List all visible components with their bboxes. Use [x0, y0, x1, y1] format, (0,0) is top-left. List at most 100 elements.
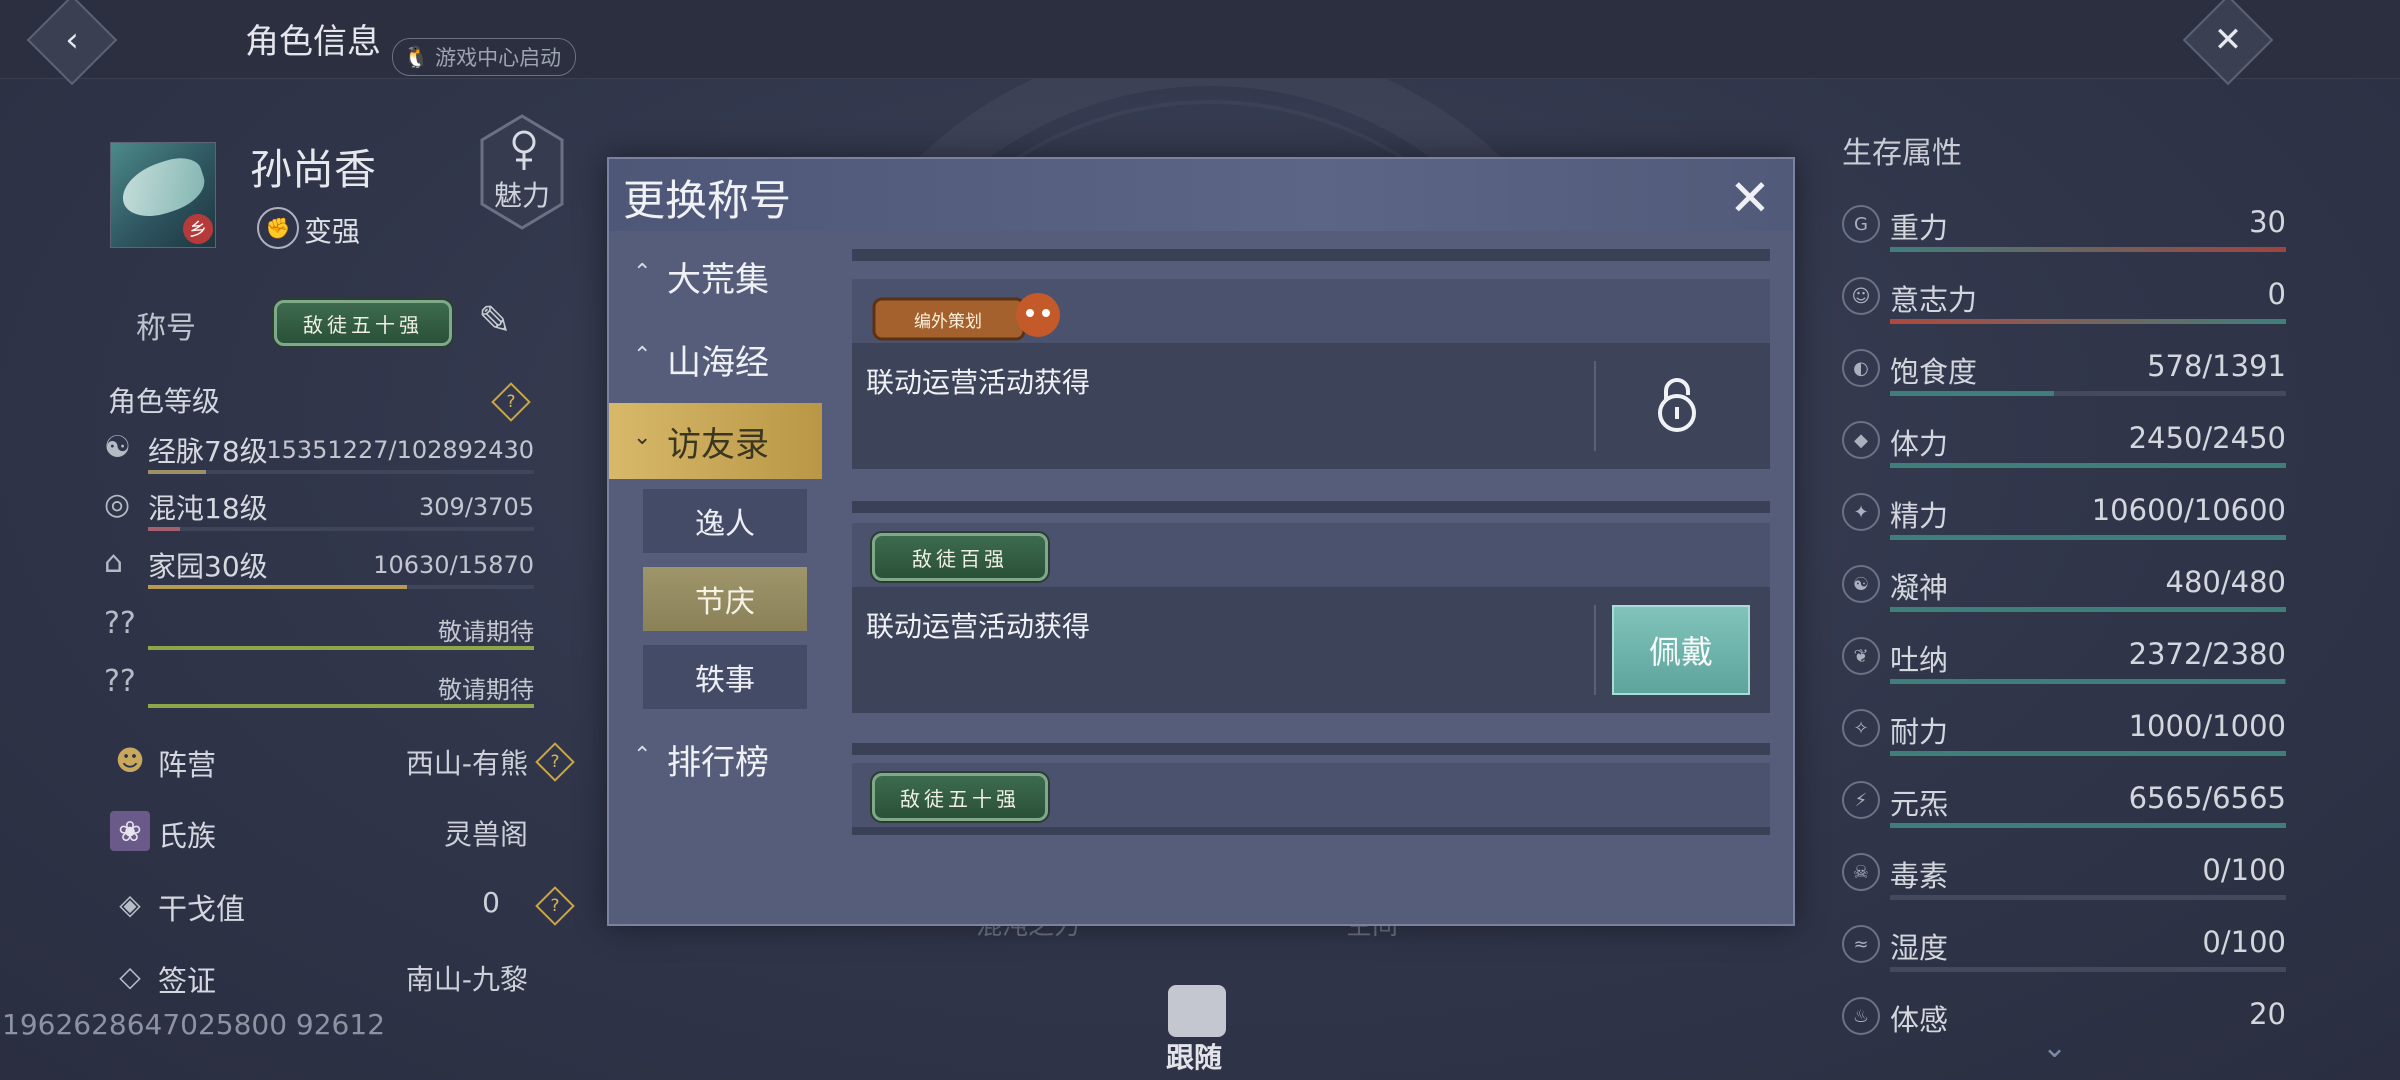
user-id: 1962628647025800 92612 — [2, 1008, 386, 1041]
attribute-value: 578/1391 — [2147, 349, 2286, 383]
attribute-value: 0/100 — [2202, 853, 2286, 887]
attribute-label: 体力 — [1890, 427, 1949, 461]
level-progress-bar — [148, 646, 534, 650]
strengthen-label[interactable]: 变强 — [304, 210, 360, 250]
attribute-icon: ⚡ — [1842, 781, 1880, 819]
strengthen-icon[interactable]: ✊ — [257, 207, 299, 249]
dialog-title: 更换称号 — [623, 176, 792, 225]
attribute-label: 湿度 — [1890, 931, 1949, 965]
nav-paihangbang[interactable]: ⌃ 排行榜 — [609, 721, 822, 797]
attribute-value: 20 — [2249, 997, 2286, 1031]
title-card-body: 联动运营活动获得 — [852, 343, 1770, 469]
list-divider — [852, 249, 1770, 261]
level-progress-bar — [148, 470, 534, 474]
attribute-label: 精力 — [1890, 499, 1949, 533]
level-value: 15351227/102892430 — [266, 436, 534, 464]
dialog-close-button[interactable]: ✕ — [1723, 171, 1777, 225]
wear-button[interactable]: 佩戴 — [1612, 605, 1750, 695]
level-label: 混沌18级 — [148, 492, 268, 525]
nav-label: 山海经 — [667, 343, 769, 383]
charm-hexagon-icon[interactable] — [478, 112, 566, 232]
title-obtain-desc: 联动运营活动获得 — [866, 366, 1091, 399]
title-list[interactable]: 编外策划 联动运营活动获得 敌徒百强 联动运营活动获得 佩戴 敌徒五十强 — [852, 249, 1770, 923]
attribute-bar — [1890, 823, 2286, 828]
level-progress-bar — [148, 527, 534, 531]
level-icon: ⌂ — [104, 545, 124, 580]
attribute-value: 0 — [2267, 277, 2286, 311]
attribute-bar — [1890, 247, 2286, 252]
title-card-header: 编外策划 — [852, 279, 1770, 343]
character-name: 孙尚香 — [250, 145, 377, 194]
camp-value: 西山-有熊 — [405, 747, 528, 780]
attribute-bar — [1890, 895, 2286, 900]
attribute-label: 毒素 — [1890, 859, 1949, 893]
war-value-value: 0 — [482, 886, 500, 919]
chevron-left-icon: ‹ — [65, 20, 79, 60]
level-progress-fill — [148, 646, 534, 650]
attribute-bar — [1890, 607, 2286, 612]
faction-badge-icon: 乡 — [183, 214, 213, 244]
unknown-icon: ?? — [104, 664, 136, 699]
level-label: 经脉78级 — [148, 435, 268, 468]
attribute-value: 2450/2450 — [2128, 421, 2286, 455]
attribute-icon: ◐ — [1842, 349, 1880, 387]
level-help-button[interactable]: ? — [491, 382, 531, 422]
attribute-bar-fill — [1890, 463, 2286, 468]
title-card-header: 敌徒五十强 — [852, 763, 1770, 827]
close-button[interactable]: ✕ — [2182, 0, 2274, 86]
attribute-label: 吐纳 — [1890, 643, 1949, 677]
attribute-bar — [1890, 679, 2286, 684]
level-value: 10630/15870 — [373, 551, 534, 579]
title-badge-top100: 敌徒百强 — [872, 533, 1048, 581]
level-progress-fill — [148, 470, 206, 474]
title-card-body: 联动运营活动获得 佩戴 — [852, 587, 1770, 713]
survival-attributes-heading: 生存属性 — [1842, 136, 1962, 171]
level-progress-bar — [148, 585, 534, 589]
attribute-value: 30 — [2249, 205, 2286, 239]
chevron-down-icon[interactable]: ⌄ — [2042, 1030, 2067, 1065]
nav-shanhaijing[interactable]: ⌃ 山海经 — [609, 321, 822, 397]
nav-dahuangji[interactable]: ⌃ 大荒集 — [609, 238, 822, 314]
attribute-bar-fill — [1890, 391, 2055, 396]
attribute-value: 0/100 — [2202, 925, 2286, 959]
attribute-bar-fill — [1890, 607, 2286, 612]
attribute-label: 重力 — [1890, 211, 1949, 245]
level-progress-bar — [148, 704, 534, 708]
attribute-icon: ♨ — [1842, 997, 1880, 1035]
top-bar: ‹ 角色信息 🐧 游戏中心启动 ✕ — [0, 0, 2400, 86]
page-title: 角色信息 — [245, 22, 381, 62]
brush-edit-icon[interactable]: ✎ — [478, 298, 512, 344]
chevron-up-icon: ⌃ — [633, 343, 652, 368]
level-label: 家园30级 — [148, 550, 268, 583]
unlock-icon[interactable] — [1656, 377, 1698, 433]
camera-follow-icon[interactable] — [1168, 985, 1226, 1037]
war-value-help-button[interactable]: ? — [535, 886, 575, 926]
subnav-yishi[interactable]: 轶事 — [643, 645, 807, 709]
level-icon: ☯ — [104, 430, 131, 465]
attribute-icon: G — [1842, 205, 1880, 243]
level-progress-fill — [148, 527, 181, 531]
divider — [1594, 361, 1596, 451]
list-divider — [852, 501, 1770, 513]
collab-title-text: 编外策划 — [914, 312, 982, 332]
help-icon: ? — [550, 752, 560, 772]
camp-help-button[interactable]: ? — [535, 742, 575, 782]
close-icon: ✕ — [2213, 20, 2243, 60]
subnav-yiren[interactable]: 逸人 — [643, 489, 807, 553]
attribute-bar-fill — [1890, 319, 2286, 324]
camp-icon: ☻ — [115, 743, 145, 777]
title-label: 称号 — [136, 311, 196, 346]
attribute-bar-fill — [1890, 247, 2286, 252]
attribute-icon: ◆ — [1842, 421, 1880, 459]
attribute-bar — [1890, 535, 2286, 540]
attribute-icon: ❦ — [1842, 637, 1880, 675]
subnav-jieqing[interactable]: 节庆 — [643, 567, 807, 631]
title-card-header: 敌徒百强 — [852, 523, 1770, 587]
nav-fangyoulu[interactable]: ⌄ 访友录 — [609, 403, 822, 479]
attribute-bar-fill — [1890, 535, 2286, 540]
back-button[interactable]: ‹ — [26, 0, 118, 86]
follow-button[interactable]: 跟随 — [1166, 1036, 1222, 1076]
launch-badge[interactable]: 🐧 游戏中心启动 — [392, 38, 577, 76]
penguin-icon: 🐧 — [403, 44, 430, 69]
camp-label: 阵营 — [158, 748, 217, 782]
